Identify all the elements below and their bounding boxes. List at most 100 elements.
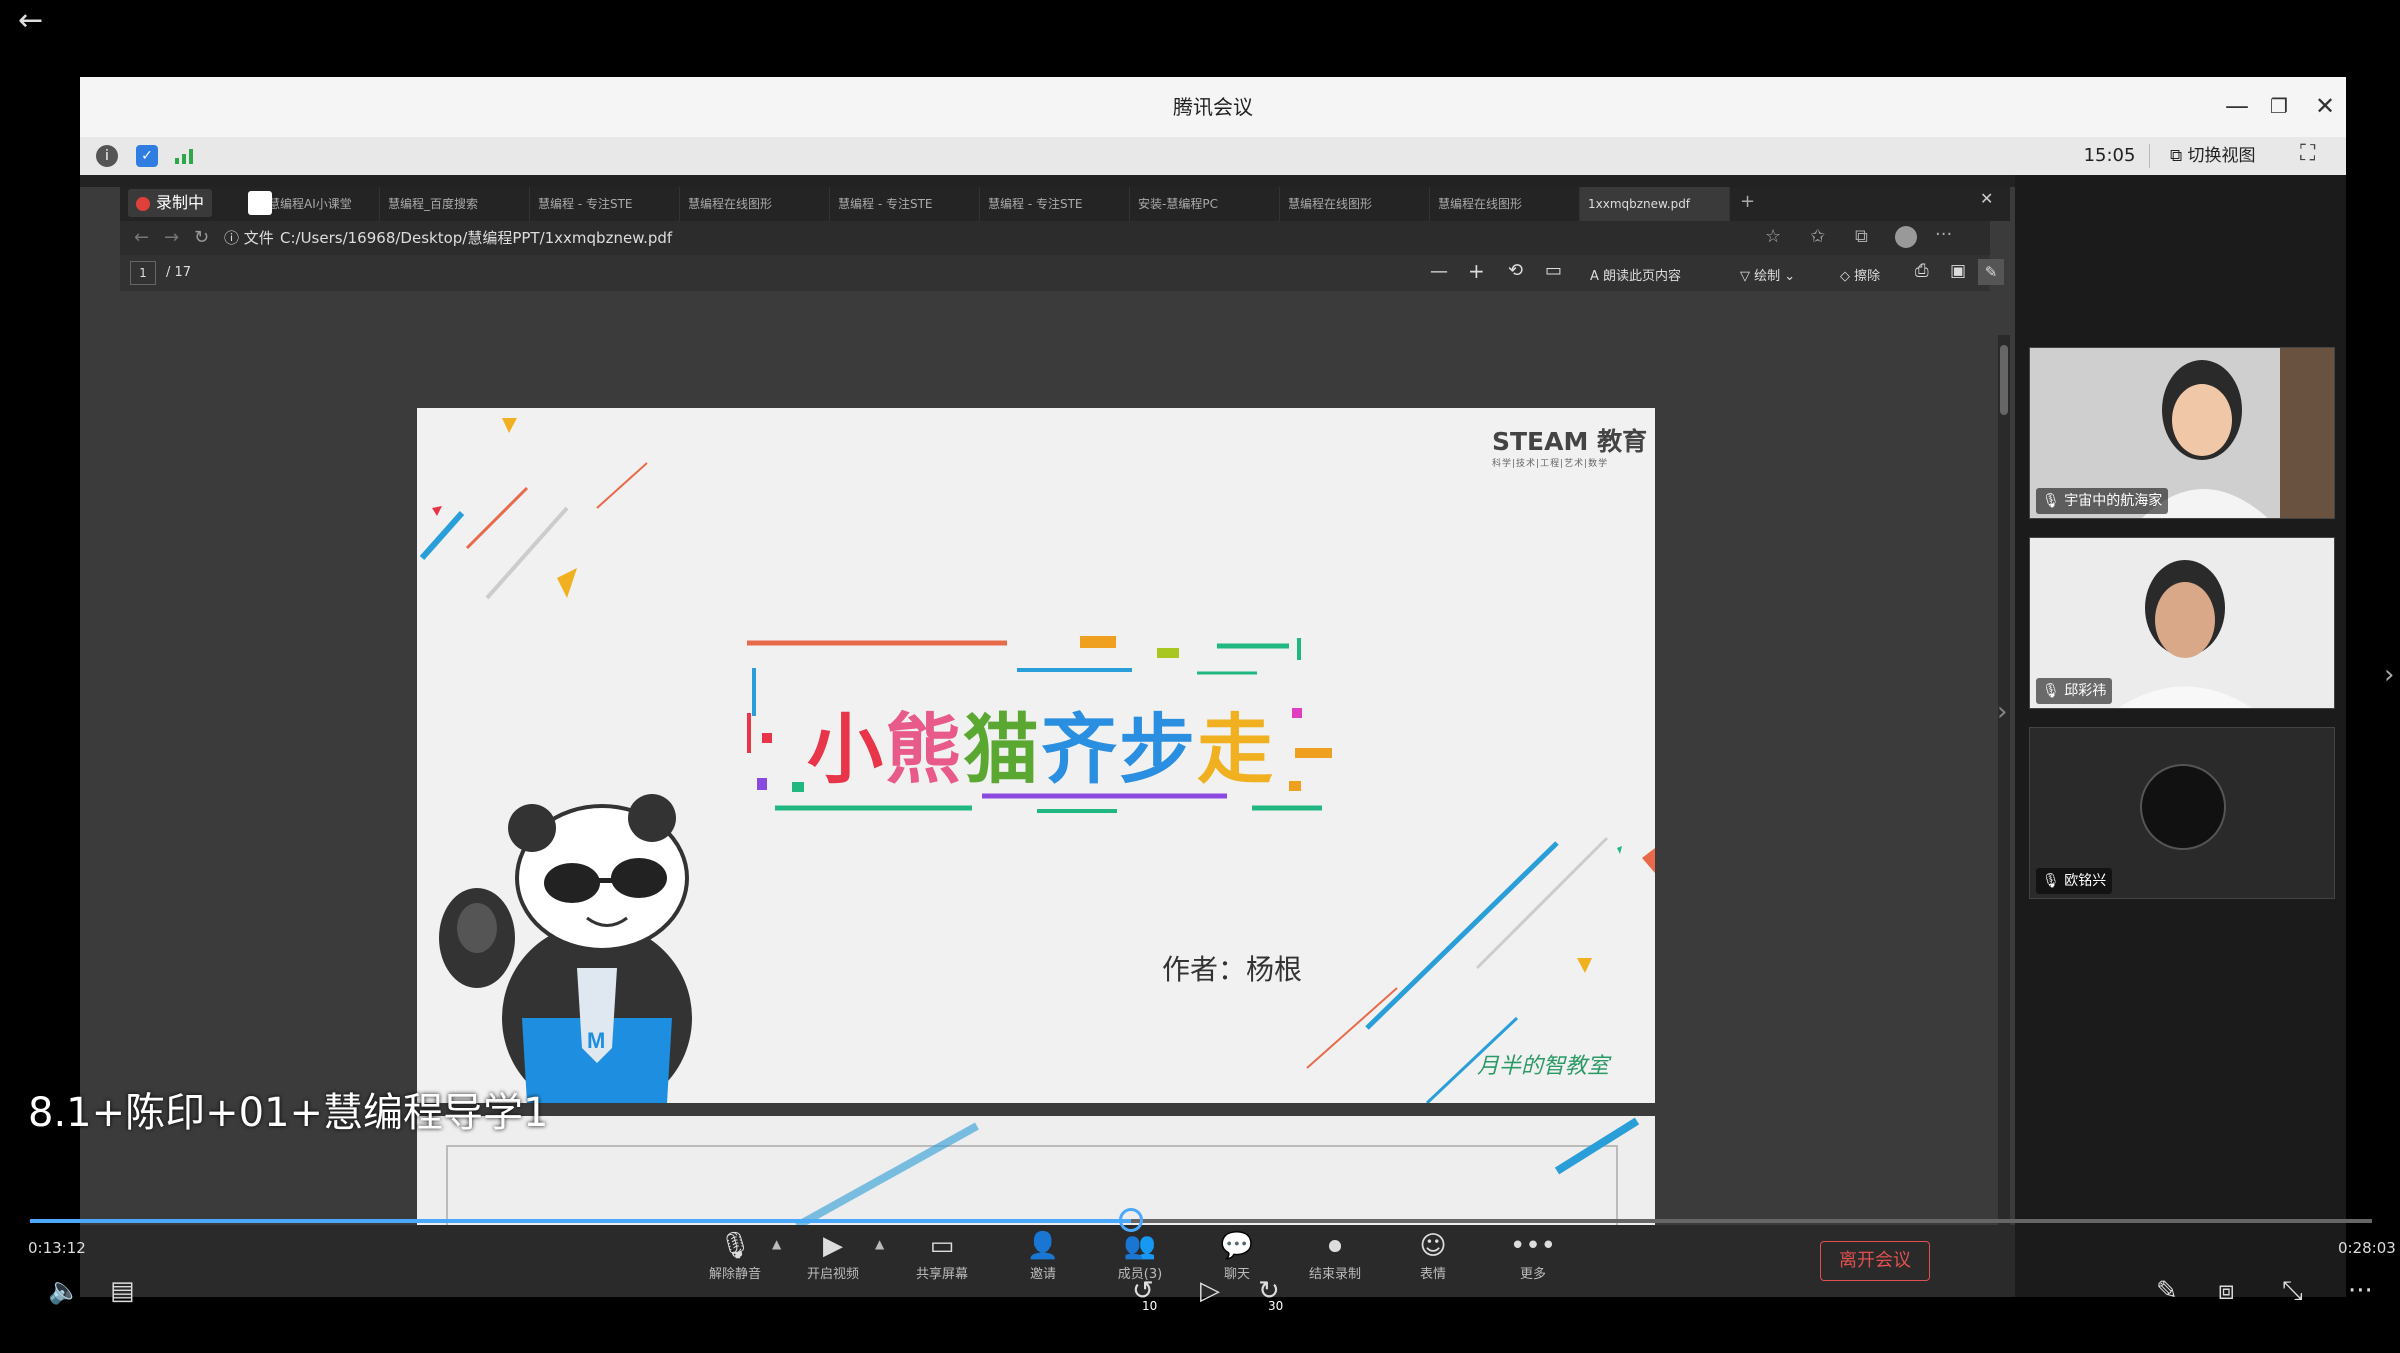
camera-off-icon: ▶ [823, 1231, 843, 1261]
info-icon[interactable]: i [96, 145, 118, 167]
zoom-out-icon[interactable]: — [1430, 261, 1448, 282]
next-chevron-icon[interactable]: › [2384, 660, 2394, 690]
members-icon: 👥 [1123, 1231, 1157, 1261]
browser-tab[interactable]: 慧编程在线图形 [1430, 187, 1580, 221]
participant-name: 🎙 欧铭兴 [2036, 868, 2113, 894]
shield-icon[interactable]: ✓ [136, 145, 158, 167]
collapse-panel-chevron-icon[interactable]: › [1997, 697, 2007, 727]
play-icon[interactable]: ▷ [1200, 1278, 1220, 1304]
chat-button[interactable]: 💬 聊天 [1202, 1229, 1272, 1282]
participant-tile[interactable]: 🎙 欧铭兴 [2029, 727, 2335, 899]
browser-tab[interactable]: 慧编程 - 专注STE [530, 187, 680, 221]
zoom-in-icon[interactable]: + [1468, 259, 1485, 283]
picture-in-picture-icon[interactable]: ⧈ [2218, 1278, 2235, 1304]
minimize-icon[interactable]: — [2225, 91, 2249, 121]
rewind-button[interactable]: ↺ 10 [1132, 1278, 1168, 1314]
read-aloud-button[interactable]: A 朗读此页内容 [1590, 265, 1681, 284]
erase-button[interactable]: ◇ 擦除 [1840, 265, 1880, 284]
back-arrow-icon[interactable]: ← [18, 6, 43, 36]
draw-button[interactable]: ▽ 绘制 ⌄ [1740, 265, 1795, 284]
slide-title: 小熊猫齐步走 [807, 688, 1275, 798]
print-icon[interactable]: ⎙ [1915, 261, 1929, 281]
more-icon[interactable]: ··· [1935, 224, 1952, 245]
browser-tab[interactable]: 慧编程AI小课堂 [260, 187, 380, 221]
more-button[interactable]: ••• 更多 [1498, 1229, 1568, 1282]
browser-tab[interactable]: 慧编程 - 专注STE [830, 187, 980, 221]
rewind-seconds: 10 [1142, 1299, 1158, 1313]
emoji-icon: ☺ [1419, 1231, 1447, 1261]
switch-view-button[interactable]: ⧉ 切换视图 [2170, 142, 2256, 170]
title-char: 小 [807, 705, 885, 794]
browser-tab-bar: 慧编程AI小课堂 慧编程_百度搜索 慧编程 - 专注STE 慧编程在线图形 慧编… [120, 187, 1990, 221]
title-char: 走 [1197, 705, 1275, 794]
fit-page-icon[interactable]: ▭ [1545, 260, 1562, 281]
progress-fill [30, 1219, 1131, 1223]
shared-screen: 慧编程AI小课堂 慧编程_百度搜索 慧编程 - 专注STE 慧编程在线图形 慧编… [80, 175, 2015, 1235]
danmaku-icon[interactable]: ▤ [110, 1278, 135, 1304]
exit-fullscreen-icon[interactable]: ⤡ [2282, 1278, 2303, 1304]
player-more-icon[interactable]: ··· [2348, 1278, 2373, 1304]
title-char: 熊 [885, 705, 963, 794]
shared-window-frame [80, 175, 2015, 187]
panda-mascot: M [439, 794, 692, 1103]
video-button[interactable]: ▶ 开启视频 [798, 1229, 868, 1282]
restore-icon[interactable]: ❐ [2270, 91, 2288, 121]
browser-tab[interactable]: 慧编程在线图形 [1280, 187, 1430, 221]
browser-tab[interactable]: 慧编程在线图形 [680, 187, 830, 221]
profile-avatar[interactable] [1895, 226, 1917, 248]
forward-nav-icon[interactable]: → [164, 227, 179, 248]
signal-icon[interactable] [174, 147, 196, 169]
audio-options-caret-icon[interactable]: ▲ [772, 1237, 781, 1251]
recording-indicator: 录制中 [128, 189, 213, 217]
progress-bar[interactable] [30, 1219, 2372, 1223]
volume-icon[interactable]: 🔈 [48, 1278, 80, 1304]
stop-recording-icon[interactable] [248, 191, 272, 215]
reload-icon[interactable]: ↻ [194, 227, 209, 248]
browser-tab[interactable]: 安装-慧编程PC [1130, 187, 1280, 221]
participant-name: 🎙 宇宙中的航海家 [2036, 488, 2169, 514]
emoji-button[interactable]: ☺ 表情 [1398, 1229, 1468, 1282]
current-time: 0:13:12 [28, 1239, 86, 1257]
save-icon[interactable]: ▣ [1950, 261, 1966, 281]
pin-icon[interactable]: ✎ [1978, 259, 2004, 285]
read-aloud-icon: A [1590, 269, 1599, 284]
stop-record-icon: ⏺ [1328, 1231, 1342, 1261]
edit-pen-icon[interactable]: ✎ [2156, 1278, 2178, 1304]
close-icon[interactable]: ✕ [2315, 91, 2335, 121]
scroll-thumb[interactable] [2000, 345, 2008, 415]
erase-label: 擦除 [1854, 269, 1881, 284]
mic-icon: 🎙 [2042, 493, 2060, 509]
collections-icon[interactable]: ⧉ [1855, 226, 1868, 247]
new-tab-icon[interactable]: + [1740, 191, 1755, 212]
steam-logo: STEAM 教育 [1492, 427, 1648, 456]
favorites-icon[interactable]: ✩ [1810, 226, 1825, 247]
pdf-scrollbar[interactable] [1998, 335, 2010, 1235]
members-button[interactable]: 👥 成员(3) [1105, 1229, 1175, 1282]
browser-tab[interactable]: 慧编程_百度搜索 [380, 187, 530, 221]
title-char: 猫 [963, 705, 1041, 794]
video-options-caret-icon[interactable]: ▲ [875, 1237, 884, 1251]
leave-meeting-button[interactable]: 离开会议 [1820, 1241, 1930, 1281]
progress-knob[interactable] [1118, 1208, 1143, 1232]
forward-button[interactable]: ↻ 30 [1258, 1278, 1294, 1314]
pdf-toolbar: 1 / 17 — + ⟲ ▭ A 朗读此页内容 ▽ 绘制 ⌄ ◇ 擦除 ⎙ ▣ … [120, 255, 2004, 291]
participants-panel: 🎙 宇宙中的航海家 🎙 邱彩祎 🎙 欧铭兴 [2015, 175, 2346, 1297]
address-input[interactable]: C:/Users/16968/Desktop/慧编程PPT/1xxmqbznew… [280, 221, 672, 255]
slide-signature: 月半的智教室 [1477, 1054, 1610, 1079]
star-icon[interactable]: ☆ [1765, 226, 1781, 247]
page-number-input[interactable]: 1 [130, 261, 156, 285]
participant-tile[interactable]: 🎙 宇宙中的航海家 [2029, 347, 2335, 519]
invite-button[interactable]: 👤 邀请 [1008, 1229, 1078, 1282]
unmute-button[interactable]: 🎙 解除静音 [700, 1229, 770, 1282]
stop-record-button[interactable]: ⏺ 结束录制 [1300, 1229, 1370, 1282]
share-screen-icon: ▭ [929, 1231, 955, 1261]
browser-tab[interactable]: 慧编程 - 专注STE [980, 187, 1130, 221]
back-nav-icon[interactable]: ← [134, 227, 149, 248]
share-screen-button[interactable]: ▭ 共享屏幕 [907, 1229, 977, 1282]
participant-tile[interactable]: 🎙 邱彩祎 [2029, 537, 2335, 709]
rotate-icon[interactable]: ⟲ [1508, 260, 1523, 281]
browser-tab-active[interactable]: 1xxmqbznew.pdf [1580, 187, 1730, 221]
mic-muted-icon: 🎙 [2042, 873, 2060, 889]
fullscreen-icon[interactable]: ⛶ [2300, 141, 2315, 166]
video-player: ← 腾讯会议 — ❐ ✕ i ✓ 15:05 ⧉ 切换视图 ⛶ 慧编程AI小课堂 [0, 0, 2400, 1353]
